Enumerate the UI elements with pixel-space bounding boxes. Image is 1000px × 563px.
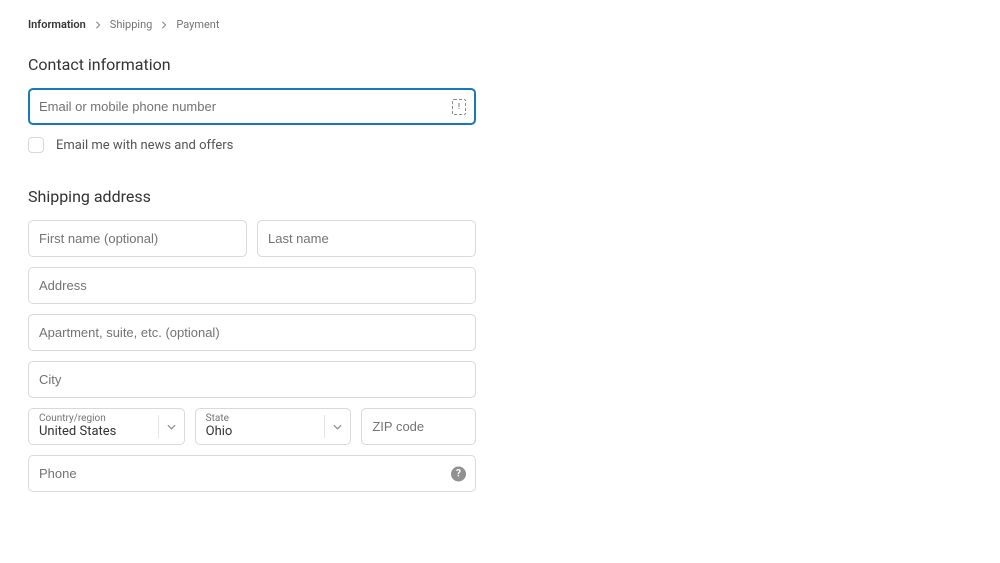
country-select-label: Country/region	[39, 413, 154, 424]
breadcrumb-step-information[interactable]: Information	[28, 18, 86, 31]
address-field[interactable]	[28, 267, 476, 304]
news-offers-label: Email me with news and offers	[56, 138, 233, 153]
apartment-field[interactable]	[28, 314, 476, 351]
chevron-right-icon	[160, 21, 168, 29]
chevron-down-icon	[324, 415, 350, 438]
email-field[interactable]	[28, 88, 476, 125]
state-select[interactable]: State Ohio	[195, 408, 352, 445]
city-field[interactable]	[28, 361, 476, 398]
breadcrumb: Information Shipping Payment	[28, 18, 476, 31]
autofill-icon[interactable]: !	[452, 99, 466, 115]
breadcrumb-step-shipping[interactable]: Shipping	[110, 18, 153, 31]
autofill-icon-glyph: !	[458, 102, 460, 111]
zip-field[interactable]	[361, 408, 476, 445]
chevron-right-icon	[94, 21, 102, 29]
news-offers-checkbox[interactable]	[28, 137, 44, 153]
country-select-value: United States	[39, 424, 154, 440]
state-select-value: Ohio	[206, 424, 321, 440]
contact-information-title: Contact information	[28, 55, 476, 74]
shipping-address-title: Shipping address	[28, 187, 476, 206]
breadcrumb-step-payment[interactable]: Payment	[176, 18, 219, 31]
chevron-down-icon	[158, 415, 184, 438]
help-icon[interactable]: ?	[451, 466, 466, 481]
phone-field[interactable]	[28, 455, 476, 492]
state-select-label: State	[206, 413, 321, 424]
last-name-field[interactable]	[257, 220, 476, 257]
first-name-field[interactable]	[28, 220, 247, 257]
country-select[interactable]: Country/region United States	[28, 408, 185, 445]
